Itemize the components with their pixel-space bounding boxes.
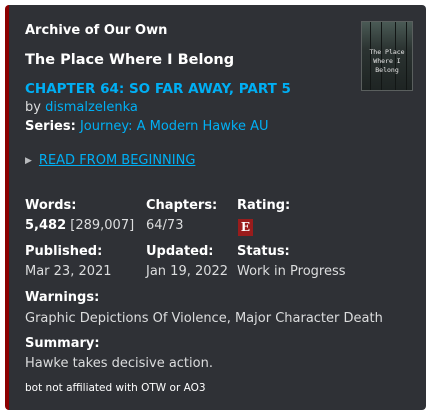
rating-explicit-icon: E — [238, 219, 253, 236]
chapters-label: Chapters: — [146, 198, 218, 213]
work-title[interactable]: The Place Where I Belong — [25, 52, 234, 68]
rating-label: Rating: — [237, 198, 291, 213]
updated-value: Jan 19, 2022 — [146, 264, 229, 279]
status-label: Status: — [237, 244, 290, 259]
thumbnail-text: The Place Where I Belong — [362, 48, 412, 75]
published-label: Published: — [25, 244, 103, 259]
chapters-value: 64/73 — [146, 218, 184, 233]
ao3-embed-card: Archive of Our Own The Place Where I Bel… — [5, 5, 426, 410]
warnings-value: Graphic Depictions Of Violence, Major Ch… — [25, 311, 383, 326]
read-from-beginning-link[interactable]: READ FROM BEGINNING — [39, 153, 196, 168]
summary-label: Summary: — [25, 336, 100, 351]
status-value: Work in Progress — [237, 264, 346, 279]
thumbnail-line-2: Where I — [373, 57, 401, 65]
work-thumbnail[interactable]: The Place Where I Belong — [361, 21, 413, 91]
updated-label: Updated: — [146, 244, 214, 259]
site-name: Archive of Our Own — [25, 23, 168, 38]
footer-disclaimer: bot not affiliated with OTW or AO3 — [25, 382, 206, 394]
thumbnail-line-1: The Place — [369, 48, 405, 56]
thumbnail-line-3: Belong — [375, 66, 399, 74]
author-link[interactable]: dismalzelenka — [45, 100, 138, 115]
words-label: Words: — [25, 198, 77, 213]
summary-value: Hawke takes decisive action. — [25, 356, 213, 371]
series-label: Series: — [25, 119, 76, 134]
read-from-beginning: ▶ READ FROM BEGINNING — [25, 153, 195, 168]
words-count: 5,482 — [25, 218, 67, 233]
words-total: [289,007] — [70, 218, 135, 233]
warnings-label: Warnings: — [25, 290, 100, 305]
published-value: Mar 23, 2021 — [25, 264, 112, 279]
author-line: by dismalzelenka — [25, 100, 138, 115]
triangle-right-icon: ▶ — [25, 156, 32, 166]
words-value: 5,482 [289,007] — [25, 218, 134, 233]
chapter-title[interactable]: CHAPTER 64: SO FAR AWAY, PART 5 — [25, 81, 291, 97]
by-prefix: by — [25, 100, 46, 115]
series-link[interactable]: Journey: A Modern Hawke AU — [80, 119, 269, 134]
series-line: Series: Journey: A Modern Hawke AU — [25, 119, 269, 134]
rating-badge: E — [238, 216, 253, 236]
